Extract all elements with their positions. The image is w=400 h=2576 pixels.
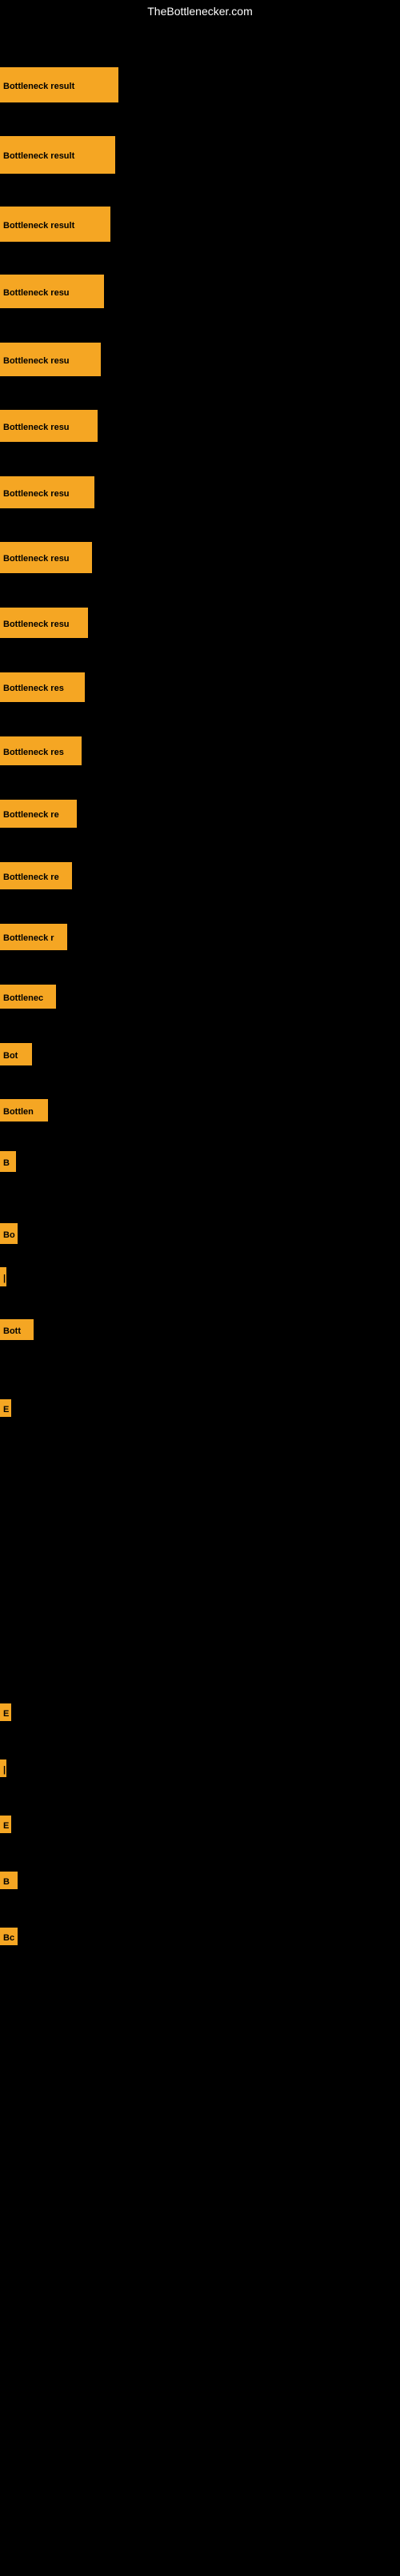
bottleneck-result-item: Bottleneck result [0, 67, 118, 102]
site-title: TheBottlenecker.com [0, 0, 400, 22]
bottleneck-result-item: Bottleneck result [0, 136, 115, 174]
bottleneck-result-item: Bottleneck resu [0, 608, 88, 638]
bottleneck-result-item: | [0, 1759, 6, 1777]
bottleneck-result-item: Bottleneck re [0, 800, 77, 828]
bottleneck-result-item: Bottlenec [0, 985, 56, 1009]
bottleneck-result-item: Bc [0, 1928, 18, 1945]
bottleneck-result-item: E [0, 1703, 11, 1721]
bottleneck-result-item: Bottleneck resu [0, 410, 98, 442]
bottleneck-result-item: E [0, 1399, 11, 1417]
bottleneck-result-item: Bo [0, 1223, 18, 1244]
bottleneck-result-item: E [0, 1816, 11, 1833]
bottleneck-result-item: Bottleneck resu [0, 343, 101, 376]
bottleneck-result-item: B [0, 1872, 18, 1889]
bottleneck-result-item: Bottleneck resu [0, 275, 104, 308]
bottleneck-result-item: Bottleneck r [0, 924, 67, 950]
bottleneck-result-item: Bottleneck res [0, 672, 85, 702]
bottleneck-result-item: Bottleneck re [0, 862, 72, 889]
bottleneck-result-item: Bot [0, 1043, 32, 1065]
bottleneck-result-item: Bottleneck resu [0, 542, 92, 573]
bottleneck-result-item: | [0, 1267, 6, 1286]
bottleneck-result-item: Bottlen [0, 1099, 48, 1121]
bottleneck-result-item: Bottleneck res [0, 736, 82, 765]
bottleneck-result-item: Bottleneck resu [0, 476, 94, 508]
bottleneck-result-item: B [0, 1151, 16, 1172]
bottleneck-result-item: Bott [0, 1319, 34, 1340]
bottleneck-result-item: Bottleneck result [0, 207, 110, 242]
